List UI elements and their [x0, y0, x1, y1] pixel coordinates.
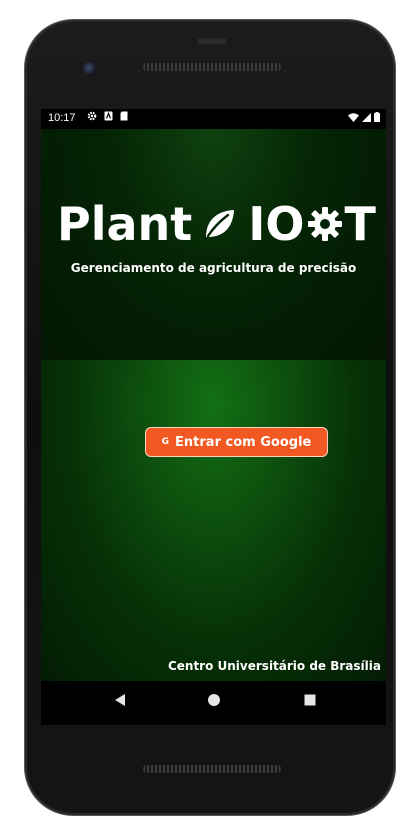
title-t: T [344, 197, 376, 251]
status-system-icons [348, 112, 380, 122]
institution-footer: Centro Universitário de Brasília [167, 659, 381, 673]
status-notification-icons [87, 111, 128, 121]
leaf-icon [206, 210, 235, 238]
phone-screen: 10:17 Plant IO T Gerenciamento de agricu… [41, 109, 386, 681]
earpiece-speaker [143, 63, 281, 71]
header-panel: Plant IO T Gerenciamento de agricultura … [41, 129, 386, 360]
google-sign-in-button[interactable]: G Entrar com Google [145, 427, 328, 457]
front-camera [83, 62, 97, 76]
wifi-icon [348, 112, 359, 122]
home-icon[interactable] [207, 693, 221, 707]
app-subtitle: Gerenciamento de agricultura de precisão [70, 261, 357, 275]
accessibility-icon [104, 111, 113, 121]
app-logo-title: Plant IO T [57, 197, 377, 251]
google-sign-in-label: Entrar com Google [175, 434, 312, 450]
phone-frame: 10:17 Plant IO T Gerenciamento de agricu… [25, 20, 395, 815]
bottom-speaker [143, 765, 281, 773]
google-icon: G [161, 437, 170, 447]
navigation-bar [41, 681, 386, 725]
gear-icon [307, 207, 342, 241]
recents-icon[interactable] [303, 693, 317, 707]
sd-card-icon [120, 111, 128, 121]
app-screen: Plant IO T Gerenciamento de agricultura … [41, 129, 386, 681]
title-plant: Plant [57, 197, 193, 251]
settings-icon [87, 111, 97, 121]
battery-icon [374, 112, 380, 122]
title-io: IO [248, 197, 305, 251]
phone-notch [197, 38, 227, 44]
back-icon[interactable] [113, 693, 127, 707]
status-time: 10:17 [48, 112, 76, 124]
status-bar: 10:17 [41, 109, 386, 129]
signal-icon [362, 112, 371, 122]
